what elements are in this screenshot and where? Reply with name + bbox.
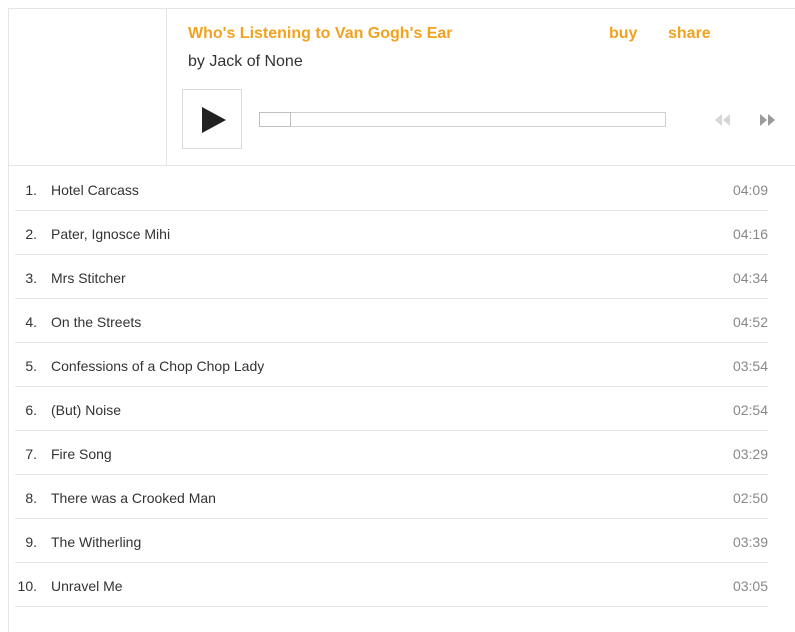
track-duration: 04:09 bbox=[732, 182, 768, 198]
track-list: 1. Hotel Carcass 04:09 2. Pater, Ignosce… bbox=[15, 167, 768, 607]
player-header: Who's Listening to Van Gogh's Ear buy sh… bbox=[9, 9, 795, 166]
track-row[interactable]: 6. (But) Noise 02:54 bbox=[15, 387, 768, 431]
track-title[interactable]: Hotel Carcass bbox=[51, 182, 139, 198]
buy-link[interactable]: buy bbox=[609, 25, 637, 43]
track-title[interactable]: (But) Noise bbox=[51, 402, 121, 418]
track-title[interactable]: Pater, Ignosce Mihi bbox=[51, 226, 170, 242]
track-number: 4. bbox=[25, 314, 37, 330]
track-duration: 03:54 bbox=[732, 358, 768, 374]
track-title[interactable]: Mrs Stitcher bbox=[51, 270, 126, 286]
track-number: 5. bbox=[25, 358, 37, 374]
album-art[interactable] bbox=[9, 9, 167, 165]
track-title[interactable]: There was a Crooked Man bbox=[51, 490, 216, 506]
play-icon bbox=[202, 107, 226, 133]
share-link[interactable]: share bbox=[668, 25, 711, 43]
track-title[interactable]: The Witherling bbox=[51, 534, 141, 550]
track-duration: 02:54 bbox=[732, 402, 768, 418]
track-number: 7. bbox=[25, 446, 37, 462]
album-title[interactable]: Who's Listening to Van Gogh's Ear bbox=[188, 25, 453, 43]
track-title[interactable]: Fire Song bbox=[51, 446, 112, 462]
artist-name[interactable]: by Jack of None bbox=[188, 53, 303, 71]
track-row[interactable]: 4. On the Streets 04:52 bbox=[15, 299, 768, 343]
progress-thumb[interactable] bbox=[259, 112, 291, 127]
track-row[interactable]: 3. Mrs Stitcher 04:34 bbox=[15, 255, 768, 299]
track-number: 1. bbox=[25, 182, 37, 198]
track-number: 8. bbox=[25, 490, 37, 506]
track-title[interactable]: Confessions of a Chop Chop Lady bbox=[51, 358, 264, 374]
track-row[interactable]: 9. The Witherling 03:39 bbox=[15, 519, 768, 563]
track-title[interactable]: On the Streets bbox=[51, 314, 141, 330]
next-track-icon bbox=[760, 114, 775, 126]
track-title[interactable]: Unravel Me bbox=[51, 578, 123, 594]
track-duration: 04:16 bbox=[732, 226, 768, 242]
track-duration: 03:39 bbox=[732, 534, 768, 550]
track-number: 9. bbox=[25, 534, 37, 550]
previous-track-icon bbox=[715, 114, 730, 126]
track-duration: 04:34 bbox=[732, 270, 768, 286]
track-number: 10. bbox=[17, 578, 37, 594]
progress-bar[interactable] bbox=[259, 112, 666, 127]
progress-track bbox=[260, 113, 665, 126]
track-duration: 03:29 bbox=[732, 446, 768, 462]
track-number: 3. bbox=[25, 270, 37, 286]
play-button[interactable] bbox=[182, 89, 242, 149]
track-number: 2. bbox=[25, 226, 37, 242]
next-track-button[interactable] bbox=[757, 113, 779, 127]
track-duration: 02:50 bbox=[732, 490, 768, 506]
track-number: 6. bbox=[25, 402, 37, 418]
track-row[interactable]: 5. Confessions of a Chop Chop Lady 03:54 bbox=[15, 343, 768, 387]
track-row[interactable]: 2. Pater, Ignosce Mihi 04:16 bbox=[15, 211, 768, 255]
track-row[interactable]: 7. Fire Song 03:29 bbox=[15, 431, 768, 475]
previous-track-button[interactable] bbox=[712, 113, 734, 127]
track-row[interactable]: 8. There was a Crooked Man 02:50 bbox=[15, 475, 768, 519]
track-duration: 03:05 bbox=[732, 578, 768, 594]
track-row[interactable]: 1. Hotel Carcass 04:09 bbox=[15, 167, 768, 211]
track-row[interactable]: 10. Unravel Me 03:05 bbox=[15, 563, 768, 607]
track-duration: 04:52 bbox=[732, 314, 768, 330]
